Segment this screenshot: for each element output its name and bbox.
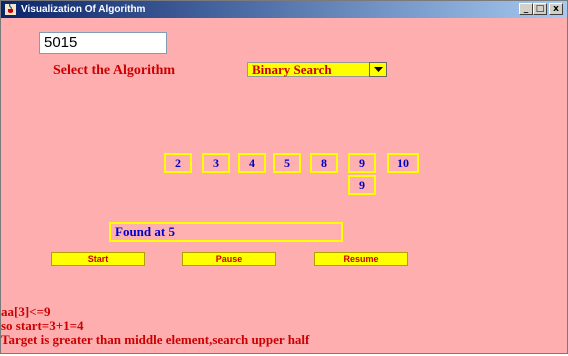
array-cell: 10 xyxy=(387,153,419,173)
log-line: Target is greater than middle element,se… xyxy=(1,332,310,347)
resume-button[interactable]: Resume xyxy=(314,252,408,266)
array-cell: 8 xyxy=(310,153,338,173)
pause-button[interactable]: Pause xyxy=(182,252,276,266)
close-button[interactable]: x xyxy=(549,3,563,15)
app-window: Visualization Of Algorithm _ □ x 5015 Se… xyxy=(0,0,568,354)
dropdown-button[interactable] xyxy=(369,62,387,77)
log-line: aa[3]<=9 xyxy=(1,304,51,319)
chevron-down-icon xyxy=(374,67,383,72)
array-cell: 2 xyxy=(164,153,192,173)
array-cell: 9 xyxy=(348,153,376,173)
start-button[interactable]: Start xyxy=(51,252,145,266)
java-app-icon xyxy=(5,3,16,15)
content-panel: 5015 Select the Algorithm Binary Search … xyxy=(1,18,567,353)
array-cell: 4 xyxy=(238,153,266,173)
log-line: so start=3+1=4 xyxy=(1,318,84,333)
minimize-button[interactable]: _ xyxy=(519,3,533,15)
algorithm-selected-value: Binary Search xyxy=(252,62,332,77)
maximize-button[interactable]: □ xyxy=(533,3,547,15)
title-bar[interactable]: Visualization Of Algorithm _ □ x xyxy=(1,1,567,18)
window-title: Visualization Of Algorithm xyxy=(21,4,146,15)
algorithm-select[interactable]: Binary Search xyxy=(247,62,387,77)
array-cell: 5 xyxy=(273,153,301,173)
algorithm-label: Select the Algorithm xyxy=(53,63,176,78)
target-input[interactable]: 5015 xyxy=(39,32,167,54)
status-display: Found at 5 xyxy=(109,222,343,242)
array-cell: 3 xyxy=(202,153,230,173)
search-target-cell: 9 xyxy=(348,175,376,195)
